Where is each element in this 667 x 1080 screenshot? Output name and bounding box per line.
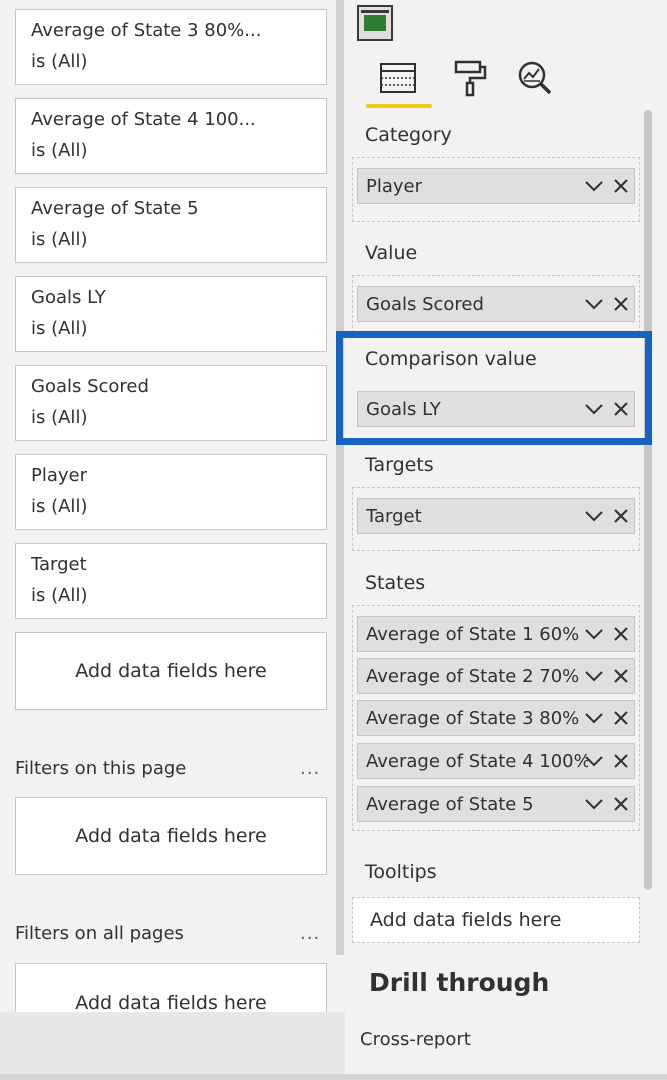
chevron-down-icon[interactable] <box>584 752 604 770</box>
field-chip-label: Average of State 1 60% <box>366 624 580 645</box>
field-chip-state-1[interactable]: Average of State 1 60% <box>357 616 635 652</box>
close-icon[interactable] <box>612 709 630 727</box>
filters-pane-scrollbar[interactable] <box>336 0 344 955</box>
close-icon[interactable] <box>612 752 630 770</box>
window-bottom-border <box>0 1074 667 1080</box>
filter-card-title: Player <box>31 465 88 486</box>
close-icon[interactable] <box>612 795 630 813</box>
states-well-title: States <box>365 572 426 594</box>
filter-card-state: is (All) <box>31 496 88 517</box>
bullet-chart-visual-icon[interactable] <box>357 5 393 41</box>
targets-well-title: Targets <box>365 454 434 476</box>
drop-zone-label: Add data fields here <box>75 660 267 682</box>
chevron-down-icon[interactable] <box>584 625 604 643</box>
field-chip-label: Goals Scored <box>366 294 484 315</box>
filter-card-player[interactable]: Player is (All) <box>15 454 327 530</box>
drop-zone-label: Add data fields here <box>75 992 267 1014</box>
filter-card-title: Average of State 5 <box>31 198 199 219</box>
field-chip-state-5[interactable]: Average of State 5 <box>357 786 635 822</box>
more-options-icon[interactable]: ... <box>300 923 320 944</box>
field-chip-state-4[interactable]: Average of State 4 100% <box>357 743 635 779</box>
field-chip-player[interactable]: Player <box>357 168 635 204</box>
more-options-icon[interactable]: ... <box>300 758 320 779</box>
field-chip-label: Average of State 2 70% <box>366 666 580 687</box>
chevron-down-icon[interactable] <box>584 709 604 727</box>
close-icon[interactable] <box>612 625 630 643</box>
field-chip-goals-scored[interactable]: Goals Scored <box>357 286 635 322</box>
filter-card-goals-ly[interactable]: Goals LY is (All) <box>15 276 327 352</box>
filter-card-state: is (All) <box>31 51 88 72</box>
tooltips-drop-zone[interactable]: Add data fields here <box>352 897 640 943</box>
category-well-title: Category <box>365 124 452 146</box>
field-chip-state-2[interactable]: Average of State 2 70% <box>357 658 635 694</box>
visual-filters-drop-zone[interactable]: Add data fields here <box>15 632 327 710</box>
format-paint-roller-icon[interactable] <box>450 58 490 98</box>
visualizations-scrollbar[interactable] <box>644 110 652 890</box>
chevron-down-icon[interactable] <box>584 795 604 813</box>
field-chip-label: Average of State 3 80% <box>366 708 580 729</box>
chevron-down-icon[interactable] <box>584 177 604 195</box>
filters-on-this-page-heading: Filters on this page <box>15 758 187 779</box>
filter-card-title: Average of State 4 100... <box>31 109 256 130</box>
field-chip-label: Average of State 4 100% <box>366 751 588 772</box>
filters-pane-footer <box>0 1012 345 1074</box>
filter-card-title: Goals LY <box>31 287 106 308</box>
chevron-down-icon[interactable] <box>584 507 604 525</box>
filter-card-state-4[interactable]: Average of State 4 100... is (All) <box>15 98 327 174</box>
analytics-magnifier-icon[interactable] <box>515 58 555 98</box>
filter-card-title: Goals Scored <box>31 376 149 397</box>
filter-card-title: Target <box>31 554 87 575</box>
field-chip-target[interactable]: Target <box>357 498 635 534</box>
filter-card-target[interactable]: Target is (All) <box>15 543 327 619</box>
filter-card-state: is (All) <box>31 407 88 428</box>
page-filters-drop-zone[interactable]: Add data fields here <box>15 797 327 875</box>
close-icon[interactable] <box>612 295 630 313</box>
close-icon[interactable] <box>612 667 630 685</box>
drop-zone-label: Add data fields here <box>75 825 267 847</box>
filter-card-title: Average of State 3 80%... <box>31 20 262 41</box>
field-chip-label: Target <box>366 506 422 527</box>
field-chip-state-3[interactable]: Average of State 3 80% <box>357 700 635 736</box>
active-tab-indicator <box>366 104 432 108</box>
chevron-down-icon[interactable] <box>584 667 604 685</box>
tooltips-well-title: Tooltips <box>365 861 437 883</box>
value-well-title: Value <box>365 242 418 264</box>
filter-card-state-5[interactable]: Average of State 5 is (All) <box>15 187 327 263</box>
close-icon[interactable] <box>612 177 630 195</box>
chevron-down-icon[interactable] <box>584 295 604 313</box>
field-chip-label: Average of State 5 <box>366 794 534 815</box>
fields-icon[interactable] <box>378 58 418 98</box>
close-icon[interactable] <box>612 507 630 525</box>
field-chip-label: Player <box>366 176 423 197</box>
cross-report-label: Cross-report <box>360 1029 471 1050</box>
filter-card-goals-scored[interactable]: Goals Scored is (All) <box>15 365 327 441</box>
filter-card-state: is (All) <box>31 318 88 339</box>
filter-card-state: is (All) <box>31 229 88 250</box>
filter-card-state: is (All) <box>31 585 88 606</box>
filter-card-state-3[interactable]: Average of State 3 80%... is (All) <box>15 9 327 85</box>
drop-zone-label: Add data fields here <box>370 909 562 931</box>
filters-on-all-pages-heading: Filters on all pages <box>15 923 184 944</box>
drill-through-heading: Drill through <box>369 968 550 997</box>
filters-pane: Average of State 3 80%... is (All) Avera… <box>0 0 345 1023</box>
filter-card-state: is (All) <box>31 140 88 161</box>
comparison-value-highlight <box>336 331 652 445</box>
